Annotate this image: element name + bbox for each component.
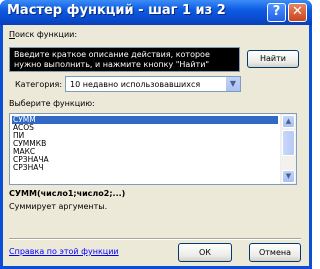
find-button-label: Найти	[260, 54, 286, 63]
divider	[9, 238, 301, 240]
list-item[interactable]: ПИ	[12, 132, 278, 140]
cancel-button-label: Отмена	[258, 248, 292, 257]
list-item[interactable]: СРЗНАЧ	[12, 164, 278, 172]
scroll-up-icon[interactable]: ▲	[282, 115, 295, 128]
list-item[interactable]: СУММ	[12, 116, 278, 124]
cancel-button[interactable]: Отмена	[249, 243, 301, 262]
functions-list[interactable]: СУММ ACOS ПИ СУММКВ МАКС СРЗНАЧА СРЗНАЧ …	[9, 113, 297, 185]
find-button[interactable]: Найти	[247, 50, 299, 68]
chevron-down-icon[interactable]: ▼	[225, 77, 240, 91]
window-title: Мастер функций - шаг 1 из 2	[7, 3, 226, 18]
category-select[interactable]: 10 недавно использовавшихся ▼	[65, 76, 241, 92]
help-link[interactable]: Справка по этой функции	[9, 247, 119, 256]
title-bar[interactable]: Мастер функций - шаг 1 из 2 ? ✕	[0, 0, 312, 25]
list-item[interactable]: МАКС	[12, 148, 278, 156]
function-signature: СУММ(число1;число2;...)	[9, 189, 126, 198]
category-value: 10 недавно использовавшихся	[70, 80, 201, 89]
dialog-body: Поиск функции: Введите краткое описание …	[3, 25, 309, 266]
help-icon[interactable]: ?	[267, 3, 286, 22]
dialog-window: Мастер функций - шаг 1 из 2 ? ✕ Поиск фу…	[0, 0, 312, 269]
search-label-text: оиск функции:	[15, 30, 78, 39]
close-icon[interactable]: ✕	[288, 3, 307, 22]
category-label: Категория:	[15, 80, 63, 89]
ok-button-label: ОК	[199, 248, 211, 257]
function-description: Суммирует аргументы.	[9, 202, 108, 211]
list-item[interactable]: СРЗНАЧА	[12, 156, 278, 164]
functions-list-items: СУММ ACOS ПИ СУММКВ МАКС СРЗНАЧА СРЗНАЧ	[12, 116, 278, 172]
functions-label: Выберите функцию:	[9, 99, 95, 108]
ok-button[interactable]: ОК	[178, 243, 232, 262]
search-input[interactable]: Введите краткое описание действия, котор…	[9, 47, 240, 72]
list-scrollbar[interactable]: ▲ ▼	[280, 114, 296, 184]
search-label: Поиск функции:	[9, 30, 78, 39]
scroll-down-icon[interactable]: ▼	[282, 170, 295, 183]
scroll-thumb[interactable]	[282, 130, 295, 156]
list-item[interactable]: СУММКВ	[12, 140, 278, 148]
list-item[interactable]: ACOS	[12, 124, 278, 132]
